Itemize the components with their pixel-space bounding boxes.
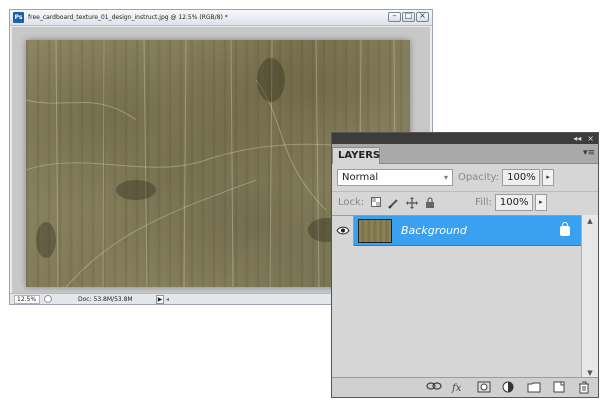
scroll-up-arrow[interactable]: ▲ bbox=[582, 215, 598, 227]
panel-footer: fx bbox=[332, 377, 598, 397]
layers-scrollbar[interactable]: ▲ ▼ bbox=[581, 215, 598, 379]
adjustment-icon[interactable] bbox=[501, 381, 517, 395]
checkerboard-icon[interactable] bbox=[370, 196, 382, 209]
svg-text:fx: fx bbox=[451, 383, 462, 393]
link-icon[interactable] bbox=[426, 381, 442, 395]
document-titlebar[interactable]: Ps free_cardboard_texture_01_design_inst… bbox=[10, 10, 432, 26]
panel-header-bar[interactable]: ◂◂ × bbox=[332, 133, 598, 144]
opacity-field[interactable]: 100% bbox=[502, 168, 541, 186]
blend-row: Normal ▾ Opacity: 100% ▸ bbox=[332, 166, 598, 188]
blend-mode-select[interactable]: Normal ▾ bbox=[337, 168, 453, 186]
tab-layers[interactable]: LAYERS bbox=[332, 147, 380, 164]
move-icon[interactable] bbox=[406, 196, 419, 209]
opacity-slider-button[interactable]: ▸ bbox=[542, 168, 555, 186]
close-button[interactable]: × bbox=[416, 11, 429, 22]
minimize-icon: – bbox=[392, 11, 397, 20]
fill-slider-button[interactable]: ▸ bbox=[534, 194, 547, 211]
visibility-toggle[interactable] bbox=[332, 215, 354, 246]
brush-icon[interactable] bbox=[388, 197, 400, 209]
layers-panel: ◂◂ × LAYERS ▾≡ Normal ▾ Opacity: 100% ▸ … bbox=[331, 132, 599, 398]
layers-list: Background bbox=[332, 215, 582, 379]
eye-icon bbox=[335, 226, 350, 235]
panel-tabbar: LAYERS ▾≡ bbox=[332, 144, 598, 164]
minimize-button[interactable]: – bbox=[388, 11, 401, 22]
fill-label: Fill: bbox=[475, 197, 492, 208]
document-size-info: Doc: 53.8M/53.8M bbox=[78, 295, 133, 303]
fx-icon[interactable]: fx bbox=[451, 381, 467, 395]
fill-field[interactable]: 100% bbox=[494, 194, 533, 211]
layer-name[interactable]: Background bbox=[401, 224, 467, 237]
zoom-field[interactable]: 12.5% bbox=[14, 294, 40, 304]
blend-mode-value: Normal bbox=[342, 171, 379, 183]
opacity-label: Opacity: bbox=[458, 171, 500, 183]
folder-icon[interactable] bbox=[526, 381, 542, 395]
close-panel-icon[interactable]: × bbox=[587, 134, 594, 143]
scroll-left-arrow[interactable]: ◂ bbox=[166, 296, 169, 303]
restore-button[interactable]: □ bbox=[402, 11, 415, 22]
restore-icon: □ bbox=[404, 11, 413, 20]
lock-row: Lock: Fill: 100% ▸ bbox=[332, 191, 598, 213]
padlock-icon[interactable] bbox=[424, 196, 436, 209]
photoshop-icon: Ps bbox=[13, 12, 24, 23]
collapse-icon[interactable]: ◂◂ bbox=[573, 134, 581, 143]
window-controls: – □ × bbox=[388, 11, 429, 22]
mask-icon[interactable] bbox=[476, 381, 492, 395]
layer-lock-icon bbox=[560, 221, 570, 236]
document-title: free_cardboard_texture_01_design_instruc… bbox=[28, 14, 228, 21]
status-icon[interactable] bbox=[44, 295, 52, 303]
chevron-down-icon: ▾ bbox=[443, 172, 448, 182]
trash-icon[interactable] bbox=[576, 381, 592, 395]
new-layer-icon[interactable] bbox=[551, 381, 567, 395]
lock-label: Lock: bbox=[338, 197, 365, 208]
panel-menu-icon[interactable]: ▾≡ bbox=[583, 148, 595, 158]
layer-row-background[interactable]: Background bbox=[332, 215, 582, 246]
info-menu-button[interactable]: ▶ bbox=[156, 294, 164, 304]
layer-thumbnail[interactable] bbox=[358, 218, 392, 243]
close-icon: × bbox=[419, 11, 426, 20]
